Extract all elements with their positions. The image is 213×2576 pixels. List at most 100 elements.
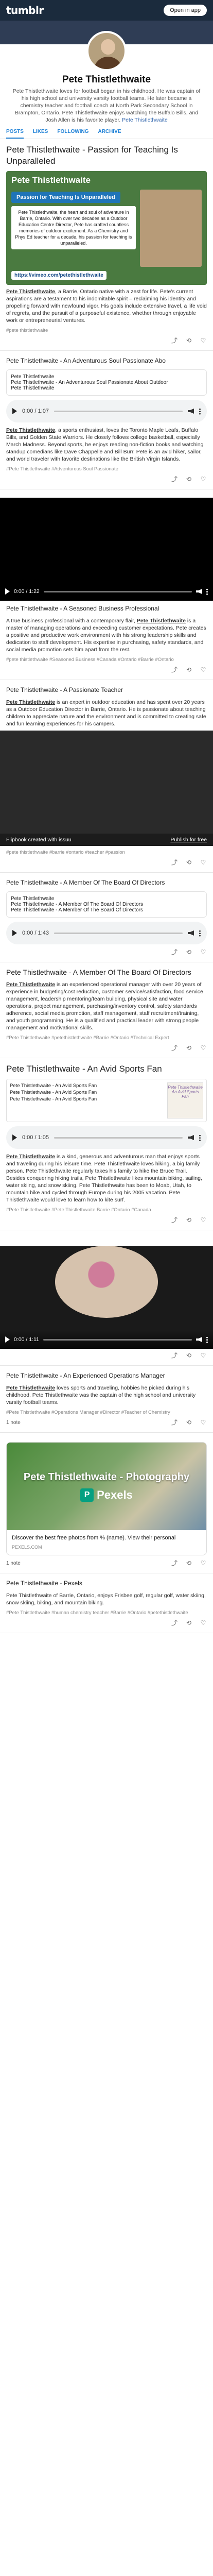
reblog-icon[interactable]: ⟲ (185, 1619, 192, 1626)
more-options-icon[interactable] (206, 588, 208, 595)
like-icon[interactable]: ♡ (200, 948, 207, 956)
tumblr-logo[interactable]: tumblr (6, 4, 44, 16)
note-count[interactable]: 1 note (6, 1561, 21, 1566)
like-icon[interactable]: ♡ (200, 1044, 207, 1052)
play-icon[interactable] (12, 1134, 17, 1141)
post-tags[interactable]: #Pete Thistlethwaite #Adventurous Soul P… (6, 466, 207, 472)
volume-icon[interactable] (188, 1135, 194, 1140)
reblog-icon[interactable]: ⟲ (185, 1419, 192, 1426)
post-mention[interactable]: Pete Thistlethwaite (6, 699, 55, 705)
reblog-icon[interactable]: ⟲ (185, 476, 192, 483)
tab-archive[interactable]: ARCHIVE (98, 129, 121, 139)
share-icon[interactable]: ⤴ (171, 337, 178, 344)
note-count[interactable]: 1 note (6, 1420, 21, 1426)
share-icon[interactable]: ⤴ (171, 1560, 178, 1567)
post-body: Pete Thistlethwaite is an expert in outd… (6, 699, 206, 727)
post-mention[interactable]: Pete Thistlethwaite (6, 1154, 55, 1160)
like-icon[interactable]: ♡ (200, 1619, 207, 1626)
post-mention[interactable]: Pete Thistlethwaite (6, 289, 55, 295)
reblog-icon[interactable]: ⟲ (185, 948, 192, 956)
play-icon[interactable] (5, 588, 10, 595)
video-player[interactable]: 0:00 / 1:11 (0, 1246, 213, 1349)
share-icon[interactable]: ⤴ (171, 1352, 178, 1359)
play-icon[interactable] (12, 408, 17, 414)
like-icon[interactable]: ♡ (200, 859, 207, 866)
post-tags[interactable]: #pete thistlethwaite #barrie #ontario #t… (6, 849, 207, 856)
reblog-icon[interactable]: ⟲ (185, 1216, 192, 1224)
reblog-icon[interactable]: ⟲ (185, 1044, 192, 1052)
post-tags[interactable]: #Pete Thistlethwaite #Pete Thistlethwait… (6, 1207, 207, 1213)
flipbook-embed[interactable] (0, 731, 213, 834)
open-in-app-button[interactable]: Open in app (164, 5, 207, 16)
audio-time: 0:00 / 1:05 (22, 1134, 49, 1141)
video-player[interactable]: 0:00 / 1:22 (0, 498, 213, 601)
volume-icon[interactable] (196, 1337, 202, 1342)
more-options-icon[interactable] (199, 929, 201, 937)
reblog-icon[interactable]: ⟲ (185, 337, 192, 344)
play-icon[interactable] (12, 930, 17, 936)
post: 0:00 / 1:22 Pete Thistlethwaite - A Seas… (0, 489, 213, 680)
video-progress-bar[interactable] (43, 1338, 192, 1341)
post-mention[interactable]: Pete Thistlethwaite (6, 1385, 55, 1391)
flipbook-credit[interactable]: Flipbook created with issuu (6, 837, 72, 843)
like-icon[interactable]: ♡ (200, 476, 207, 483)
share-icon[interactable]: ⤴ (171, 859, 178, 866)
video-time: 0:00 / 1:11 (14, 1336, 39, 1343)
share-icon[interactable]: ⤴ (171, 1619, 178, 1626)
reblog-icon[interactable]: ⟲ (185, 666, 192, 673)
play-icon[interactable] (5, 1336, 10, 1343)
like-icon[interactable]: ♡ (200, 337, 207, 344)
embedded-audio-card[interactable]: Pete Thistlethwaite - An Avid Sports Fan… (6, 1079, 207, 1122)
share-icon[interactable]: ⤴ (171, 476, 178, 483)
post-mention[interactable]: Pete Thistlethwaite (137, 618, 186, 624)
tab-following[interactable]: FOLLOWING (57, 129, 88, 139)
post-mention[interactable]: Pete Thistlethwaite (6, 981, 55, 988)
promo-text: Pete Thistlethwaite, the heart and soul … (11, 206, 136, 249)
audio-progress-bar[interactable] (54, 410, 183, 412)
video-progress-bar[interactable] (43, 590, 192, 592)
post-tags[interactable]: #Pete Thistlethwaite #petethistlethwaite… (6, 1035, 207, 1041)
publish-for-free-link[interactable]: Publish for free (170, 837, 207, 843)
tab-posts[interactable]: POSTS (6, 129, 24, 139)
video-time: 0:00 / 1:22 (14, 588, 40, 595)
bio-link[interactable]: Pete Thistlethwaite (122, 117, 168, 123)
link-card[interactable]: Pete Thistlethwaite - Photography P Pexe… (6, 1442, 207, 1555)
post-title: Pete Thistlethwaite - Passion for Teachi… (6, 145, 178, 166)
like-icon[interactable]: ♡ (200, 1560, 207, 1567)
post-mention[interactable]: Pete Thistlethwaite (6, 427, 55, 433)
like-icon[interactable]: ♡ (200, 666, 207, 673)
more-options-icon[interactable] (206, 1336, 208, 1343)
like-icon[interactable]: ♡ (200, 1216, 207, 1224)
more-options-icon[interactable] (199, 1134, 201, 1141)
post-body: Pete Thistlethwaite of Barrie, Ontario, … (6, 1592, 206, 1606)
volume-icon[interactable] (188, 409, 194, 414)
reblog-icon[interactable]: ⟲ (185, 1560, 192, 1567)
reblog-icon[interactable]: ⟲ (185, 1352, 192, 1359)
volume-icon[interactable] (196, 589, 202, 594)
post-actions: ⤴ ⟲ ♡ (6, 337, 207, 344)
post-tags[interactable]: #Pete Thistlethwaite #human chemistry te… (6, 1609, 207, 1616)
promo-url[interactable]: https://vimeo.com/petethistlethwaite (11, 271, 106, 280)
volume-icon[interactable] (188, 930, 194, 936)
audio-progress-bar[interactable] (54, 932, 183, 934)
tab-likes[interactable]: LIKES (33, 129, 48, 139)
post-tags[interactable]: #Pete Thistlethwaite #Operations Manager… (6, 1409, 207, 1416)
more-options-icon[interactable] (199, 408, 201, 415)
post-body: Pete Thistlethwaite is an experienced op… (6, 981, 203, 1031)
share-icon[interactable]: ⤴ (171, 1419, 178, 1426)
like-icon[interactable]: ♡ (200, 1419, 207, 1426)
share-icon[interactable]: ⤴ (171, 948, 178, 956)
post-tags[interactable]: #pete thistlethwaite (6, 327, 207, 334)
post-promo-image[interactable]: Pete Thistlethwaite Passion for Teaching… (6, 171, 207, 285)
audio-progress-bar[interactable] (54, 1137, 183, 1139)
promo-photo (140, 190, 202, 267)
reblog-icon[interactable]: ⟲ (185, 859, 192, 866)
video-controls: 0:00 / 1:22 (0, 582, 213, 601)
avatar[interactable] (86, 31, 127, 71)
post-actions: ⤴ ⟲ ♡ (6, 476, 207, 483)
like-icon[interactable]: ♡ (200, 1352, 207, 1359)
share-icon[interactable]: ⤴ (171, 1216, 178, 1224)
share-icon[interactable]: ⤴ (171, 1044, 178, 1052)
post-tags[interactable]: #pete thistlethwaite #Seasoned Business … (6, 656, 207, 663)
share-icon[interactable]: ⤴ (171, 666, 178, 673)
